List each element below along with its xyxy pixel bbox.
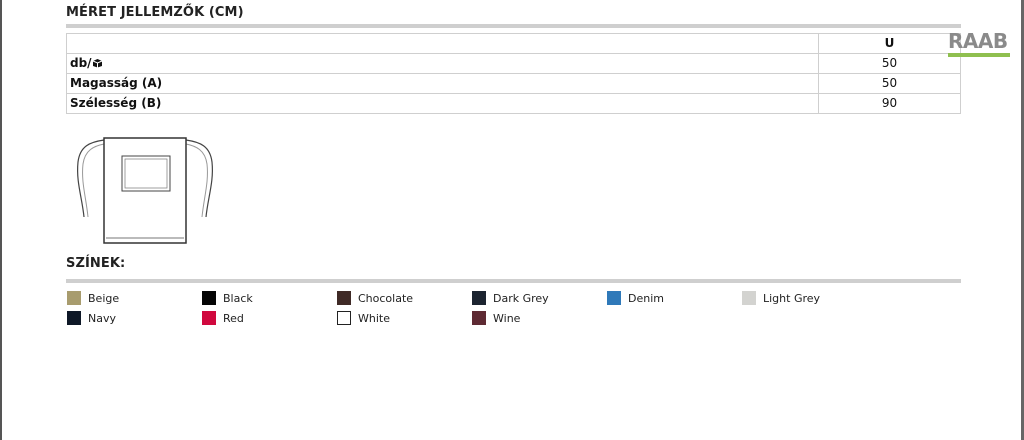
- size-row-label-text: db/: [70, 56, 92, 70]
- size-row-label: Szélesség (B): [66, 93, 819, 114]
- list-item: Dark Grey: [472, 291, 549, 305]
- raab-logo-text: RAAB: [948, 29, 1008, 53]
- apron-illustration-icon: [77, 137, 213, 244]
- size-table: U db/ 50 Magasság (A) 50 Szélesség (B) 9…: [66, 33, 961, 114]
- raab-logo: RAAB: [948, 30, 1012, 58]
- colors-section-title: SZÍNEK:: [66, 256, 126, 271]
- color-swatch: [607, 291, 621, 305]
- list-item: Chocolate: [337, 291, 413, 305]
- size-table-header-row: U: [66, 33, 961, 54]
- color-name: Denim: [628, 291, 664, 305]
- color-name: Light Grey: [763, 291, 821, 305]
- color-swatch: [67, 291, 81, 305]
- size-column-header: U: [818, 33, 961, 54]
- color-name: Black: [223, 291, 253, 305]
- color-swatch: [337, 291, 351, 305]
- color-name: Navy: [88, 311, 116, 325]
- color-swatch: [202, 291, 216, 305]
- raab-logo-bar: [948, 53, 1010, 57]
- color-swatch: [67, 311, 81, 325]
- size-row-label: db/: [66, 53, 819, 74]
- list-item: White: [337, 311, 390, 325]
- list-item: Navy: [67, 311, 116, 325]
- box-icon: [92, 56, 103, 70]
- table-row: Magasság (A) 50: [66, 73, 961, 94]
- list-item: Wine: [472, 311, 520, 325]
- colors-section-divider: [66, 279, 961, 283]
- size-row-value: 50: [818, 53, 961, 74]
- color-swatch: [337, 311, 351, 325]
- page-left-edge: [0, 0, 2, 440]
- size-table-empty-header: [66, 33, 819, 54]
- table-row: Szélesség (B) 90: [66, 93, 961, 114]
- color-swatch: [202, 311, 216, 325]
- color-name: Wine: [493, 311, 521, 325]
- size-row-label: Magasság (A): [66, 73, 819, 94]
- list-item: Denim: [607, 291, 664, 305]
- color-swatch: [742, 291, 756, 305]
- list-item: Red: [202, 311, 244, 325]
- table-row: db/ 50: [66, 53, 961, 74]
- list-item: Light Grey: [742, 291, 820, 305]
- color-name: Beige: [88, 291, 120, 305]
- size-section-divider: [66, 24, 961, 28]
- color-name: Chocolate: [358, 291, 414, 305]
- color-name: Red: [223, 311, 244, 325]
- color-swatch: [472, 291, 486, 305]
- size-row-value: 90: [818, 93, 961, 114]
- color-name: Dark Grey: [493, 291, 549, 305]
- size-row-value: 50: [818, 73, 961, 94]
- list-item: Black: [202, 291, 253, 305]
- color-name: White: [358, 311, 390, 325]
- list-item: Beige: [67, 291, 119, 305]
- color-swatch: [472, 311, 486, 325]
- size-section-title: MÉRET JELLEMZŐK (CM): [66, 5, 244, 20]
